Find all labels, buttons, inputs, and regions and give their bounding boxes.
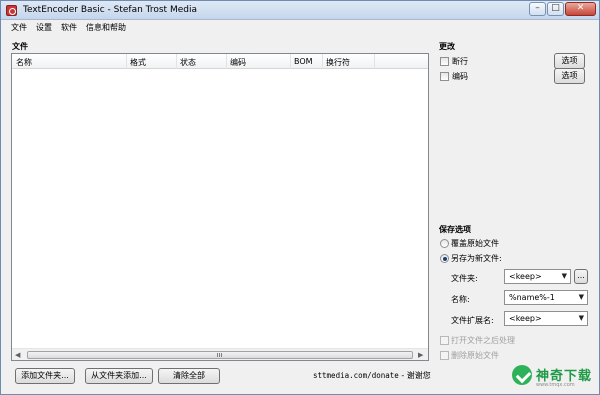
scroll-right-icon[interactable]: ▶ <box>418 351 423 359</box>
changes-section-label: 更改 <box>439 42 455 51</box>
menu-info-help[interactable]: 信息和帮助 <box>86 22 126 33</box>
save-options-label: 保存选项 <box>439 225 471 234</box>
column-bom[interactable]: BOM <box>294 57 313 66</box>
window-title: TextEncoder Basic - Stefan Trost Media <box>23 5 197 15</box>
app-icon <box>6 5 17 16</box>
save-as-new-radio[interactable] <box>440 254 449 263</box>
horizontal-scrollbar[interactable]: ◀ ▶ <box>12 348 428 360</box>
menu-file[interactable]: 文件 <box>11 22 27 33</box>
name-select[interactable]: %name%-1 ▼ <box>504 290 588 305</box>
save-as-new-label: 另存为新文件: <box>451 254 502 263</box>
watermark: 神奇下载 www.tmqx.com <box>512 362 598 392</box>
grip-icon <box>217 353 223 357</box>
donate-thanks: - 谢谢您 <box>398 371 431 380</box>
folder-select-value: <keep> <box>509 272 542 281</box>
line-break-label: 断行 <box>452 57 468 66</box>
add-from-folder-button[interactable]: 从文件夹添加... <box>85 368 153 384</box>
donate-text[interactable]: sttmedia.com/donate - 谢谢您 <box>313 370 431 381</box>
chevron-down-icon: ▼ <box>561 272 567 280</box>
name-label: 名称: <box>451 295 470 304</box>
remove-all-button[interactable]: 清除全部 <box>158 368 220 384</box>
column-separator <box>290 54 291 69</box>
donate-link[interactable]: sttmedia.com/donate <box>313 371 399 380</box>
line-break-options-button[interactable]: 选项 <box>554 53 585 69</box>
menu-bar: 文件 设置 软件 信息和帮助 <box>1 21 599 35</box>
column-separator <box>374 54 375 69</box>
file-extension-select-value: <keep> <box>509 314 542 323</box>
watermark-logo-icon <box>512 365 532 385</box>
column-format[interactable]: 格式 <box>130 57 146 68</box>
add-files-button[interactable]: 添加文件夹... <box>15 368 75 384</box>
file-extension-select[interactable]: <keep> ▼ <box>504 311 588 326</box>
watermark-url: www.tmqx.com <box>536 382 575 388</box>
open-folder-label: 打开文件之后处理 <box>451 336 515 345</box>
app-window: TextEncoder Basic - Stefan Trost Media –… <box>0 0 600 395</box>
folder-label: 文件夹: <box>451 274 478 283</box>
encoding-options-button[interactable]: 选项 <box>554 68 585 84</box>
overwrite-original-label: 覆盖原始文件 <box>451 239 499 248</box>
column-separator <box>126 54 127 69</box>
chevron-down-icon: ▼ <box>578 293 584 301</box>
scroll-left-icon[interactable]: ◀ <box>15 351 20 359</box>
overwrite-original-radio[interactable] <box>440 239 449 248</box>
column-separator <box>322 54 323 69</box>
delete-original-label: 删除原始文件 <box>451 351 499 360</box>
column-separator <box>226 54 227 69</box>
close-button[interactable]: ✕ <box>565 2 596 16</box>
column-line-break[interactable]: 换行符 <box>326 57 350 68</box>
chevron-down-icon: ▼ <box>578 314 584 322</box>
browse-folder-button[interactable]: ... <box>574 269 588 284</box>
files-section-label: 文件 <box>12 42 28 51</box>
menu-settings[interactable]: 设置 <box>36 22 52 33</box>
line-break-checkbox[interactable] <box>440 57 449 66</box>
encoding-label: 编码 <box>452 72 468 81</box>
menu-software[interactable]: 软件 <box>61 22 77 33</box>
column-status[interactable]: 状态 <box>180 57 196 68</box>
file-extension-label: 文件扩展名: <box>451 316 494 325</box>
column-name[interactable]: 名称 <box>16 57 32 68</box>
file-list-header: 名称 格式 状态 编码 BOM 换行符 <box>12 54 428 69</box>
scroll-thumb[interactable] <box>27 351 413 359</box>
minimize-button[interactable]: – <box>529 2 546 16</box>
open-folder-checkbox[interactable] <box>440 336 449 345</box>
encoding-checkbox[interactable] <box>440 72 449 81</box>
title-bar: TextEncoder Basic - Stefan Trost Media –… <box>1 1 599 20</box>
maximize-button[interactable]: □ <box>547 2 564 16</box>
column-separator <box>176 54 177 69</box>
file-list[interactable]: 名称 格式 状态 编码 BOM 换行符 ◀ ▶ <box>11 53 429 361</box>
delete-original-checkbox[interactable] <box>440 351 449 360</box>
folder-select[interactable]: <keep> ▼ <box>504 269 571 284</box>
column-encoding[interactable]: 编码 <box>230 57 246 68</box>
name-select-value: %name%-1 <box>509 293 555 302</box>
